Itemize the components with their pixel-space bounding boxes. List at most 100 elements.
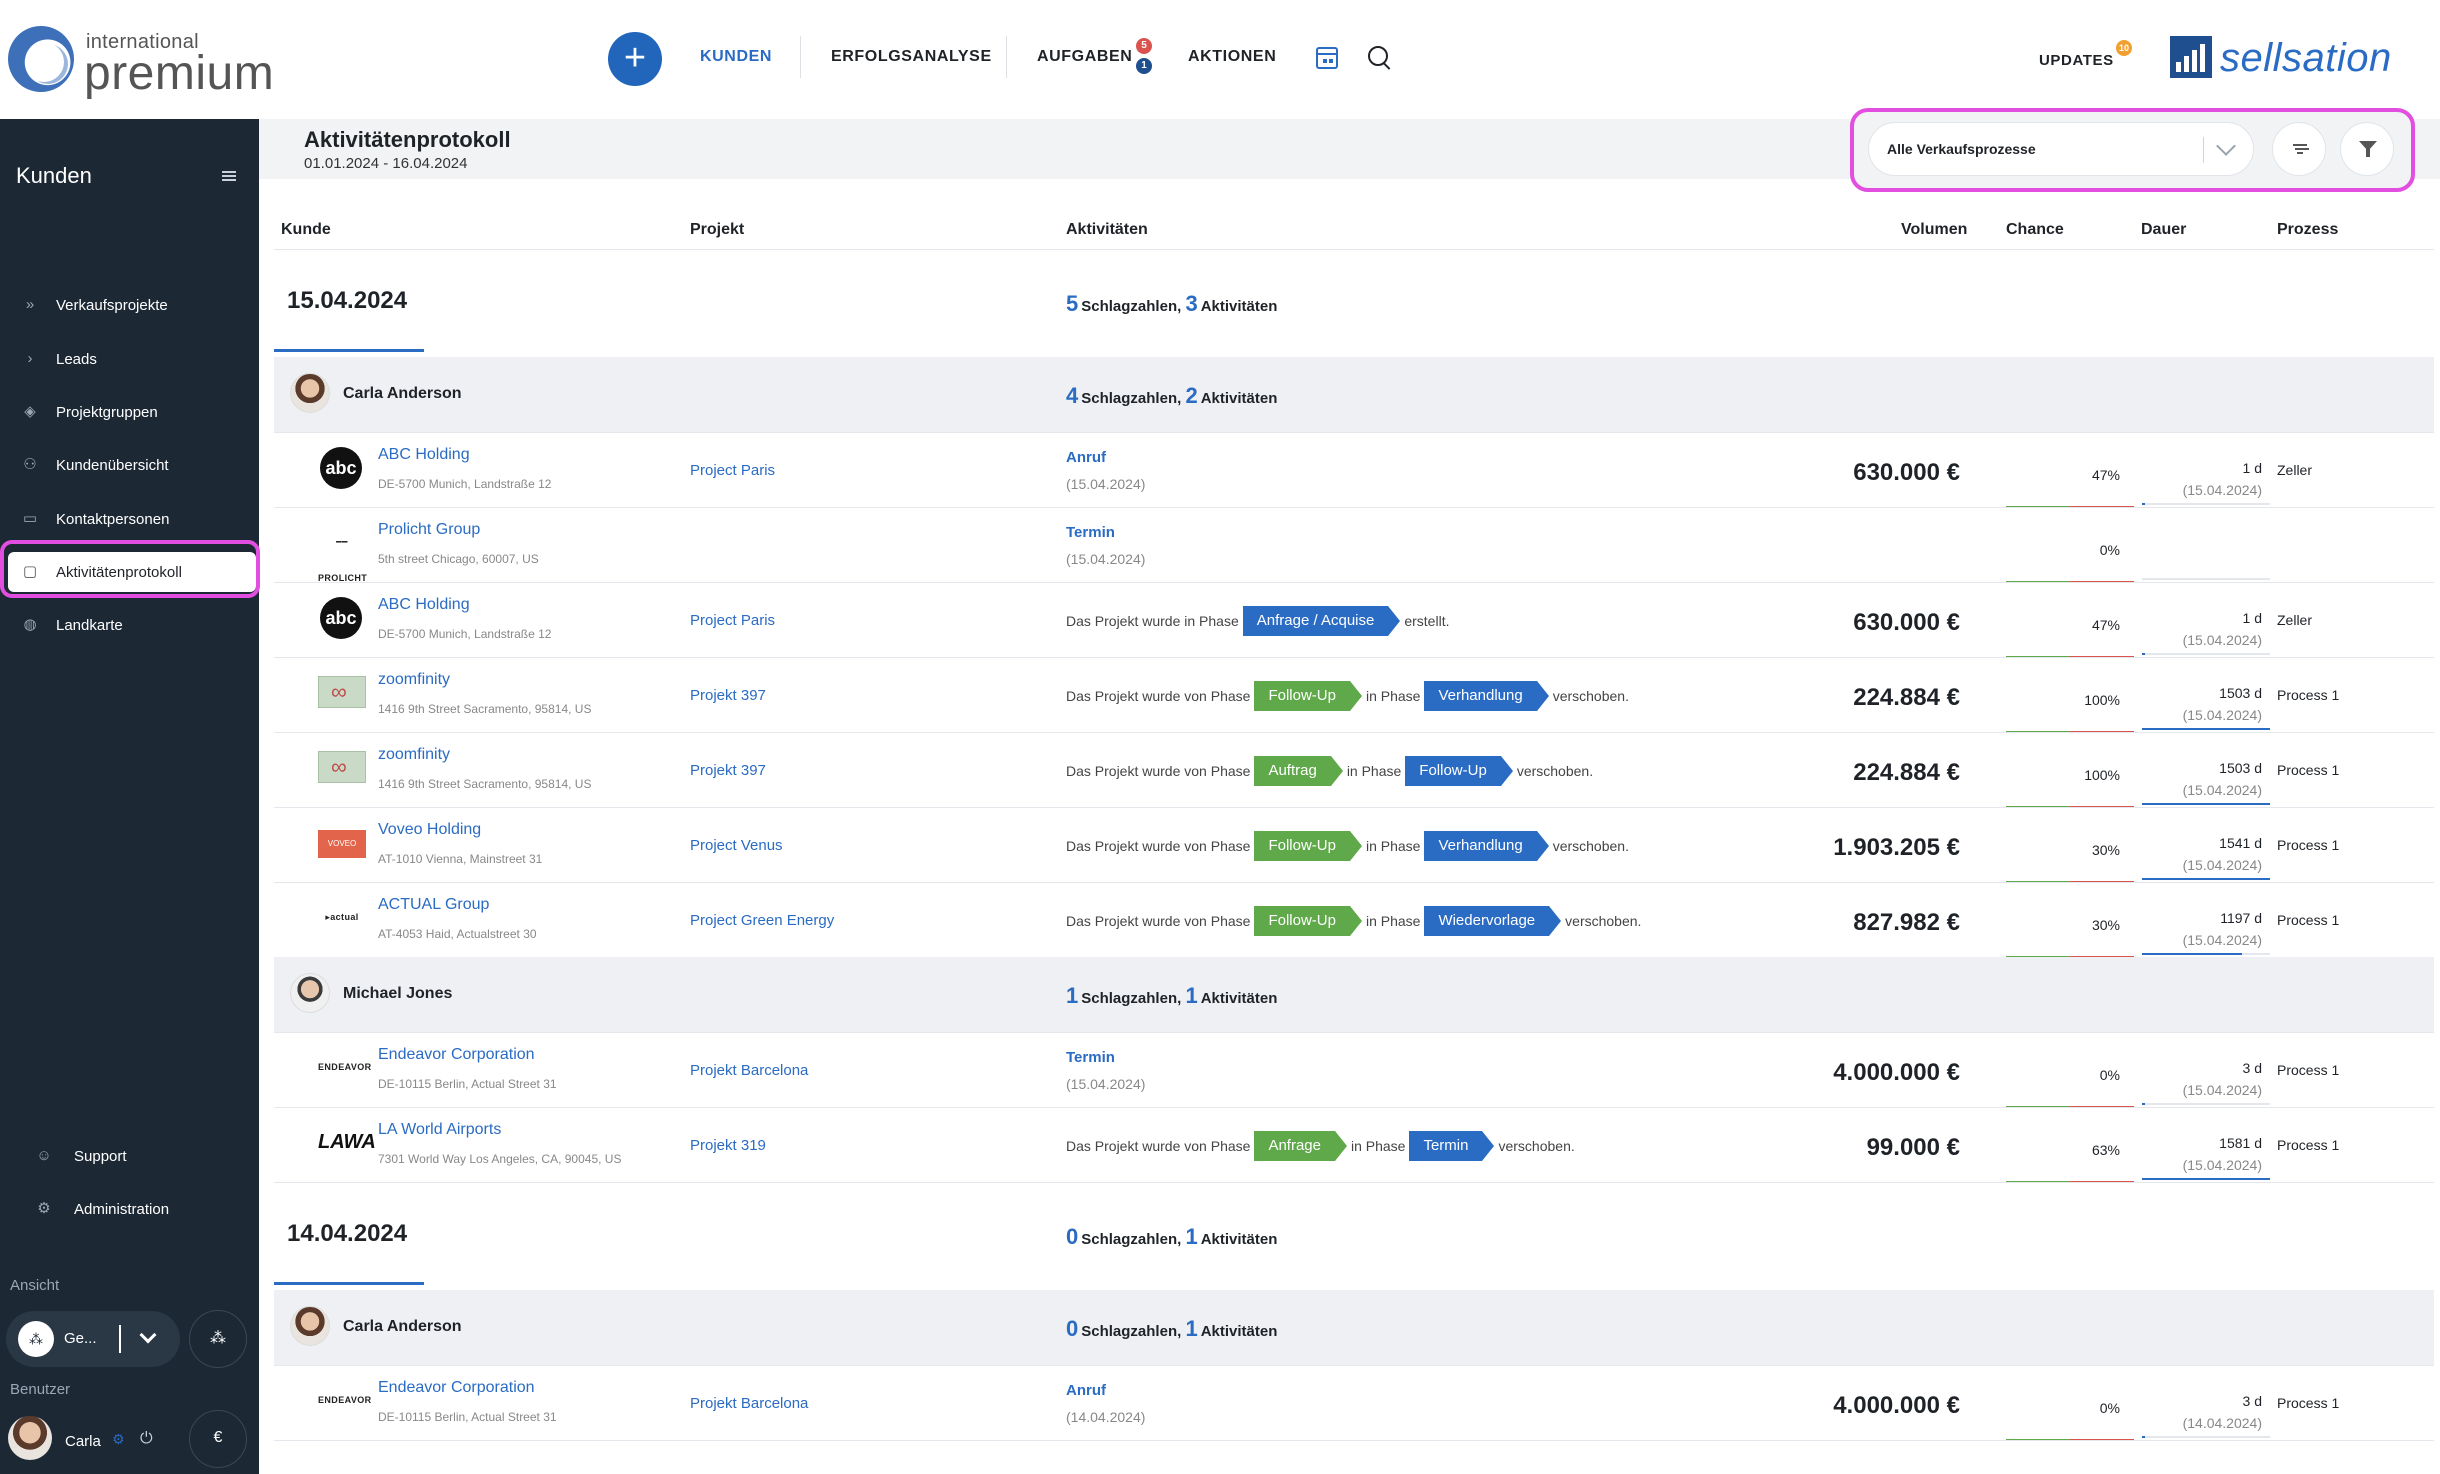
hierarchy-button[interactable]: ⁂ [189, 1310, 247, 1368]
add-button[interactable]: + [608, 32, 662, 86]
phase-to-tag[interactable]: Verhandlung [1424, 831, 1549, 861]
filter-toolbar: Alle Verkaufsprozesse [1850, 108, 2415, 192]
project-link[interactable]: Projekt 397 [690, 687, 766, 704]
volume-value: 827.982 € [1853, 909, 1960, 936]
customer-group-row[interactable] [274, 957, 2434, 1033]
activity-description: Das Projekt wurde von Phase Auftrag in Pha… [1066, 756, 1593, 786]
hierarchy-icon: ⁂ [18, 1321, 54, 1357]
company-link[interactable]: zoomfinity [378, 671, 450, 689]
activity-type[interactable]: Termin [1066, 1049, 1115, 1066]
customer-group-row[interactable] [274, 357, 2434, 433]
process-select[interactable]: Alle Verkaufsprozesse [1868, 122, 2254, 176]
sidebar-item-kontaktpersonen[interactable]: ▭ Kontaktpersonen [0, 499, 259, 539]
sidebar-item-kundenuebersicht[interactable]: ⚇ Kundenübersicht [0, 445, 259, 485]
avatar[interactable] [8, 1416, 52, 1460]
customer-group-row[interactable] [274, 1290, 2434, 1366]
phase-from-tag[interactable]: Follow-Up [1254, 906, 1362, 936]
project-link[interactable]: Projekt Barcelona [690, 1395, 808, 1412]
nav-aufgaben[interactable]: AUFGABEN [1037, 48, 1132, 66]
row-divider [274, 507, 2434, 508]
duration-value: 1503 d [2219, 760, 2262, 776]
phase-from-tag[interactable]: Auftrag [1254, 756, 1344, 786]
chevron-down-icon[interactable] [139, 1326, 157, 1344]
phase-from-tag[interactable]: Follow-Up [1254, 831, 1362, 861]
day-date: 14.04.2024 [287, 1220, 408, 1247]
duration-value: 3 d [2242, 1060, 2262, 1076]
col-projekt[interactable]: Projekt [690, 221, 744, 239]
sort-icon [2293, 144, 2307, 154]
sort-button[interactable] [2272, 122, 2326, 176]
project-link[interactable]: Project Green Energy [690, 912, 834, 929]
phase-to-tag[interactable]: Verhandlung [1424, 681, 1549, 711]
col-kunde[interactable]: Kunde [281, 221, 331, 239]
company-link[interactable]: Prolicht Group [378, 521, 480, 539]
sidebar-item-verkaufsprojekte[interactable]: » Verkaufsprojekte [0, 285, 259, 325]
updates-link[interactable]: UPDATES [2039, 52, 2114, 69]
aktivitaeten-label: Aktivitäten [1200, 390, 1278, 407]
view-value: Ge... [64, 1330, 97, 1347]
col-dauer[interactable]: Dauer [2141, 221, 2186, 239]
phase-to-tag[interactable]: Termin [1409, 1131, 1495, 1161]
sidebar-item-aktivitaetenprotokoll[interactable]: ▢ Aktivitätenprotokoll [8, 552, 256, 592]
nav-kunden[interactable]: KUNDEN [700, 48, 772, 66]
col-volumen[interactable]: Volumen [1901, 221, 1967, 239]
company-link[interactable]: Endeavor Corporation [378, 1379, 535, 1397]
process-value: Process 1 [2277, 687, 2340, 703]
nav-erfolgsanalyse[interactable]: ERFOLGSANALYSE [831, 48, 992, 66]
group-summary: 1 Schlagzahlen, 1 Aktivitäten [1066, 983, 1277, 1009]
project-link[interactable]: Project Venus [690, 837, 783, 854]
phase-from-tag[interactable]: Anfrage [1254, 1131, 1347, 1161]
duration-value: 1581 d [2219, 1135, 2262, 1151]
phase-to-tag[interactable]: Wiedervorlage [1424, 906, 1561, 936]
company-link[interactable]: zoomfinity [378, 746, 450, 764]
project-link[interactable]: Projekt 319 [690, 1137, 766, 1154]
calendar-icon[interactable] [1316, 47, 1338, 69]
international-premium-logo[interactable]: international premium [8, 24, 274, 100]
phase-tag[interactable]: Anfrage / Acquise [1242, 606, 1400, 636]
col-chance[interactable]: Chance [2006, 221, 2064, 239]
sidebar-item-leads[interactable]: › Leads [0, 339, 259, 379]
nav-aktionen[interactable]: AKTIONEN [1188, 48, 1276, 66]
view-selector[interactable]: ⁂ Ge... [6, 1311, 180, 1367]
company-link[interactable]: ABC Holding [378, 446, 470, 464]
project-link[interactable]: Projekt 397 [690, 762, 766, 779]
lawa-logo: LAWA [318, 1131, 376, 1153]
company-link[interactable]: LA World Airports [378, 1121, 501, 1139]
filter-button[interactable] [2340, 122, 2394, 176]
row-divider [274, 582, 2434, 583]
aktivitaeten-count: 1 [1185, 1224, 1198, 1249]
sidebar-support[interactable]: ☺ Support [0, 1136, 259, 1176]
chevron-down-icon[interactable] [2216, 136, 2236, 156]
prolicht-logo: ━━ PROLICHT [318, 537, 368, 583]
activity-type[interactable]: Anruf [1066, 449, 1106, 466]
sidebar-item-projektgruppen[interactable]: ◈ Projektgruppen [0, 392, 259, 432]
col-prozess[interactable]: Prozess [2277, 221, 2338, 239]
duration-bar [2142, 503, 2270, 505]
phase-from-tag[interactable]: Follow-Up [1254, 681, 1362, 711]
sidebar-item-landkarte[interactable]: ◍ Landkarte [0, 605, 259, 645]
company-link[interactable]: ABC Holding [378, 596, 470, 614]
menu-icon[interactable] [222, 171, 236, 181]
day-date: 15.04.2024 [287, 287, 408, 314]
sellsation-mark [2170, 36, 2212, 78]
search-icon[interactable] [1368, 46, 1390, 68]
company-link[interactable]: ACTUAL Group [378, 896, 489, 914]
col-aktivitaeten[interactable]: Aktivitäten [1066, 221, 1148, 239]
activity-type[interactable]: Termin [1066, 524, 1115, 541]
project-link[interactable]: Projekt Barcelona [690, 1062, 808, 1079]
volume-value: 224.884 € [1853, 759, 1960, 786]
activity-text: in Phase [1346, 763, 1402, 779]
settings-icon[interactable]: ⚙ [112, 1431, 125, 1448]
company-link[interactable]: Voveo Holding [378, 821, 481, 839]
volume-value: 4.000.000 € [1833, 1059, 1960, 1086]
company-link[interactable]: Endeavor Corporation [378, 1046, 535, 1064]
phase-to-tag[interactable]: Follow-Up [1405, 756, 1513, 786]
project-link[interactable]: Project Paris [690, 612, 775, 629]
project-link[interactable]: Project Paris [690, 462, 775, 479]
power-icon[interactable]: ⏻ [140, 1430, 153, 1448]
sidebar-administration[interactable]: ⚙ Administration [0, 1189, 259, 1229]
activity-type[interactable]: Anruf [1066, 1382, 1106, 1399]
row-divider [274, 807, 2434, 808]
row-divider [274, 1365, 2434, 1366]
currency-button[interactable]: € [189, 1410, 247, 1468]
